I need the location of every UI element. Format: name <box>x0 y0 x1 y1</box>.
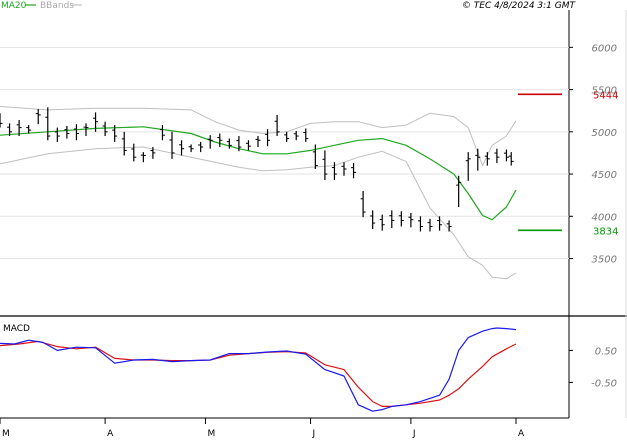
level-label-3834: 3834 <box>593 226 618 237</box>
legend-bbands: BBands <box>40 1 74 11</box>
y-tick-3500: 3500 <box>592 255 617 266</box>
y-tick-5000: 5000 <box>592 128 617 139</box>
stock-chart: 54443834 6000550050004500400035000.50-0.… <box>0 1 627 439</box>
x-tick-J: J <box>312 429 316 439</box>
macd-tick-1: -0.50 <box>591 378 617 389</box>
x-tick-A: A <box>107 429 114 439</box>
y-tick-6000: 6000 <box>592 43 617 54</box>
x-tick-J: J <box>412 429 416 439</box>
y-tick-4500: 4500 <box>592 170 617 181</box>
y-tick-4000: 4000 <box>592 212 617 223</box>
macd-tick-0: 0.50 <box>595 346 617 357</box>
copyright-label: © TEC 4/8/2024 3:1 GMT <box>462 1 577 11</box>
signal-line <box>0 340 517 407</box>
macd-line <box>0 327 517 412</box>
bollinger-bands <box>0 106 517 280</box>
gridlines <box>0 46 569 260</box>
x-tick-A: A <box>518 429 525 439</box>
legend-ma20: MA20 <box>1 1 27 11</box>
macd-lines <box>0 327 517 412</box>
x-tick-M: M <box>2 429 10 439</box>
y-tick-labels: 6000 5500 5000 4500 4000 3500 0.50 -0.50 <box>569 43 617 389</box>
x-tick-labels: MAMJJA <box>0 418 525 439</box>
y-tick-5500: 5500 <box>592 86 617 97</box>
macd-title: MACD <box>3 324 30 334</box>
x-tick-M: M <box>207 429 215 439</box>
